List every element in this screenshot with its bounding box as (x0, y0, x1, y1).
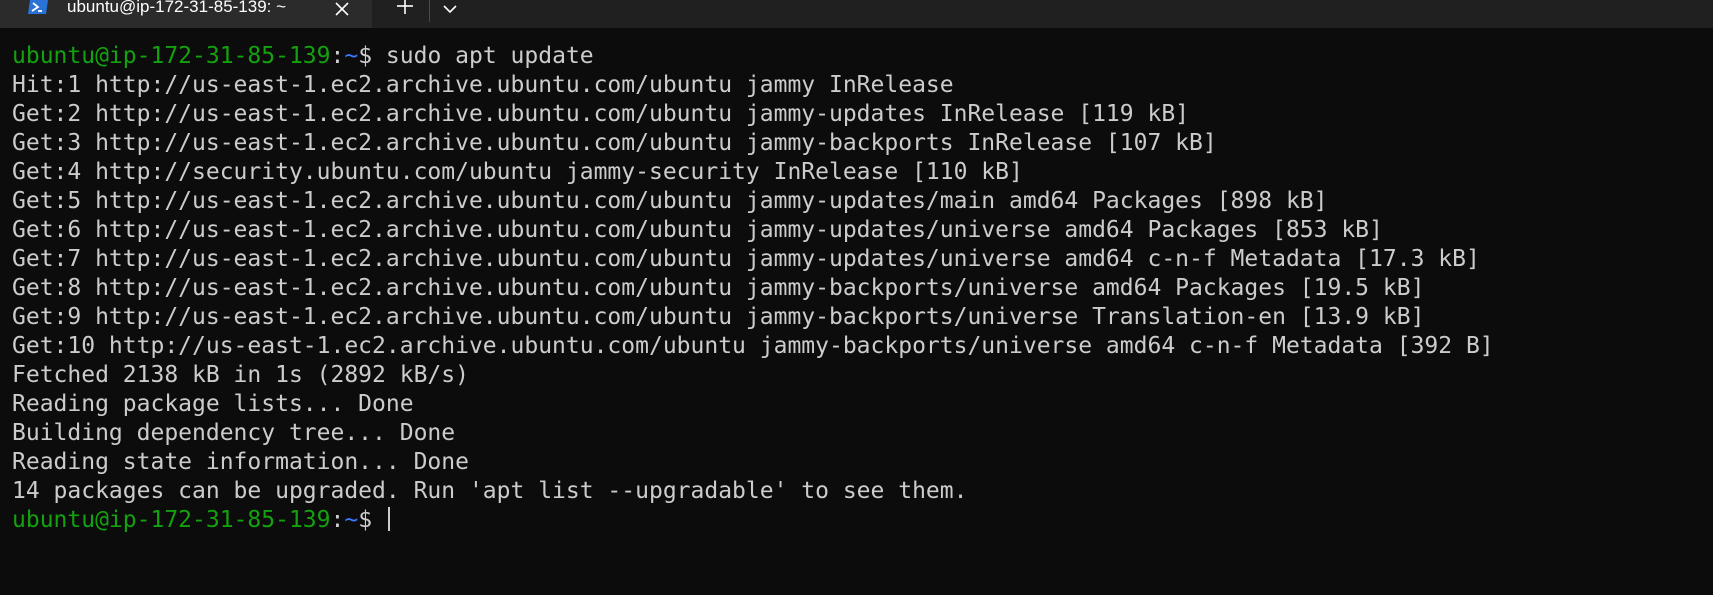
prompt-path: ~ (344, 43, 359, 69)
command-text: sudo apt update (372, 43, 594, 69)
prompt-dollar: $ (358, 507, 373, 533)
profile-dropdown-button[interactable] (436, 0, 464, 20)
active-prompt-line[interactable]: ubuntu@ip-172-31-85-139:~$ (12, 506, 1494, 535)
tab-ubuntu-session[interactable]: ubuntu@ip-172-31-85-139: ~ (0, 0, 372, 28)
prompt-dollar: $ (358, 43, 373, 69)
output-line: Get:7 http://us-east-1.ec2.archive.ubunt… (12, 246, 1480, 272)
input-text[interactable] (372, 507, 386, 533)
output-line: Get:3 http://us-east-1.ec2.archive.ubunt… (12, 130, 1217, 156)
terminal-window: ubuntu@ip-172-31-85-139: ~ ubuntu@ip-172… (0, 0, 1713, 595)
output-line: Get:6 http://us-east-1.ec2.archive.ubunt… (12, 217, 1383, 243)
output-line: Building dependency tree... Done (12, 420, 456, 446)
new-tab-button[interactable] (388, 0, 422, 20)
output-line: Reading state information... Done (12, 449, 469, 475)
prompt-user-host: ubuntu@ip-172-31-85-139 (12, 507, 331, 533)
prompt-colon: : (330, 507, 345, 533)
chevron-down-icon (443, 0, 457, 18)
output-line: Get:2 http://us-east-1.ec2.archive.ubunt… (12, 101, 1190, 127)
prompt-path: ~ (344, 507, 359, 533)
terminal-lines: ubuntu@ip-172-31-85-139:~$ sudo apt upda… (12, 42, 1494, 535)
close-icon[interactable] (330, 0, 354, 20)
output-line: 14 packages can be upgraded. Run 'apt li… (12, 478, 968, 504)
prompt-colon: : (330, 43, 345, 69)
output-line: Fetched 2138 kB in 1s (2892 kB/s) (12, 362, 469, 388)
tab-title: ubuntu@ip-172-31-85-139: ~ (67, 0, 287, 16)
output-line: Get:4 http://security.ubuntu.com/ubuntu … (12, 159, 1023, 185)
output-line: Hit:1 http://us-east-1.ec2.archive.ubunt… (12, 72, 954, 98)
tab-divider (429, 0, 430, 22)
output-line: Get:10 http://us-east-1.ec2.archive.ubun… (12, 333, 1494, 359)
plus-icon (396, 0, 414, 19)
output-line: Reading package lists... Done (12, 391, 414, 417)
tab-bar: ubuntu@ip-172-31-85-139: ~ (0, 0, 1713, 28)
powershell-icon (28, 0, 48, 16)
output-line: Get:5 http://us-east-1.ec2.archive.ubunt… (12, 188, 1328, 214)
output-line: Get:9 http://us-east-1.ec2.archive.ubunt… (12, 304, 1425, 330)
text-cursor (387, 507, 390, 531)
prompt-user-host: ubuntu@ip-172-31-85-139 (12, 43, 331, 69)
terminal-output-area[interactable]: ubuntu@ip-172-31-85-139:~$ sudo apt upda… (0, 28, 1713, 595)
output-line: Get:8 http://us-east-1.ec2.archive.ubunt… (12, 275, 1425, 301)
command-line: ubuntu@ip-172-31-85-139:~$ sudo apt upda… (12, 42, 1494, 71)
